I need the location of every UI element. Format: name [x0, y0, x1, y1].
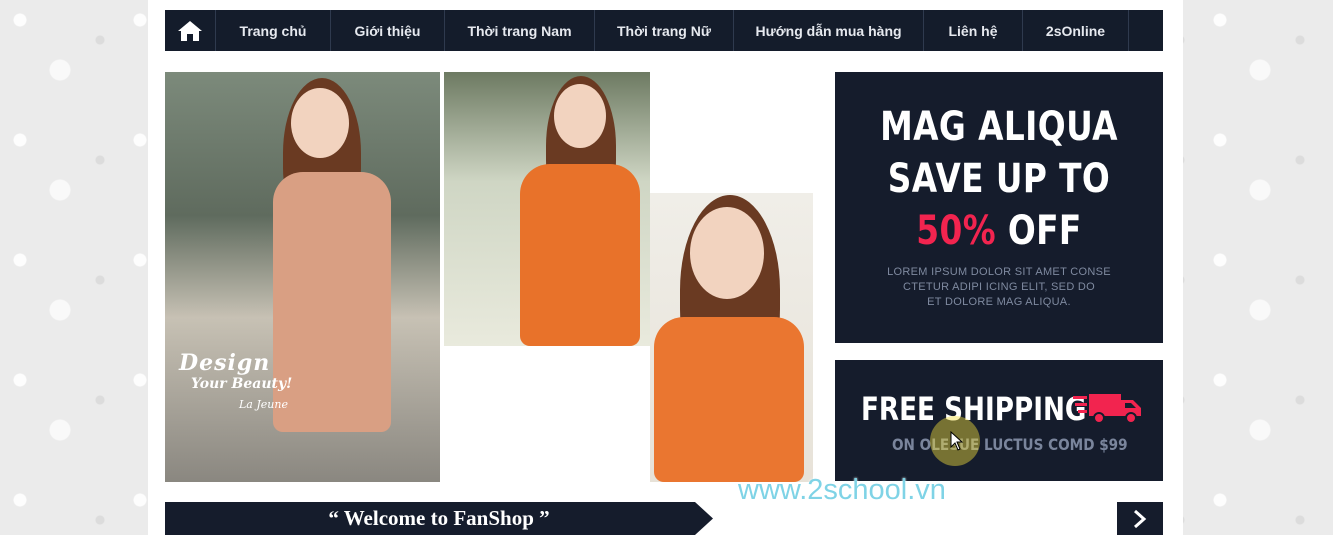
design-signature: La Jeune: [239, 398, 288, 411]
main-navigation: Trang chủ Giới thiệu Thời trang Nam Thời…: [165, 10, 1163, 51]
free-shipping-banner[interactable]: FREE SHIPPING ON OLESUE LUCTUS COMD $99: [835, 360, 1163, 481]
promo-body-line-2: CTETUR ADIPI ICING ELIT, SED DO: [902, 281, 1096, 293]
promo-discount: 50% OFF: [865, 205, 1134, 257]
promo-percent: 50%: [916, 208, 996, 254]
home-icon: [178, 20, 202, 41]
promo-sale-banner[interactable]: MAG ALIQUA SAVE UP TO 50% OFF LOREM IPSU…: [835, 72, 1163, 343]
design-title: Design: [179, 350, 271, 376]
hero-photo-model-right: [650, 193, 813, 482]
welcome-next-button[interactable]: [1117, 502, 1163, 535]
model-face: [554, 84, 606, 148]
promo-body-line-3: ET DOLORE MAG ALIQUA.: [927, 296, 1071, 308]
model-dress: [520, 164, 640, 346]
nav-home-button[interactable]: [165, 10, 216, 51]
mouse-cursor-icon: [950, 431, 964, 451]
promo-line-2: SAVE UP TO: [887, 156, 1111, 202]
promo-body-text: LOREM IPSUM DOLOR SIT AMET CONSE CTETUR …: [835, 265, 1163, 310]
hero-photo-model-middle: [444, 72, 650, 346]
model-dress: [654, 317, 804, 482]
nav-item-thoi-trang-nu[interactable]: Thời trang Nữ: [595, 10, 734, 51]
nav-item-thoi-trang-nam[interactable]: Thời trang Nam: [445, 10, 595, 51]
nav-item-huong-dan-mua-hang[interactable]: Hướng dẫn mua hàng: [734, 10, 924, 51]
model-face: [291, 88, 349, 158]
nav-item-lien-he[interactable]: Liên hệ: [924, 10, 1023, 51]
nav-item-trang-chu[interactable]: Trang chủ: [216, 10, 331, 51]
promo-off: OFF: [1007, 208, 1082, 254]
model-face: [690, 207, 764, 299]
shipping-subtitle: ON OLESUE LUCTUS COMD $99: [892, 435, 1128, 454]
design-subtitle: Your Beauty!: [191, 376, 293, 392]
nav-item-gioi-thieu[interactable]: Giới thiệu: [331, 10, 445, 51]
design-your-beauty-text: Design Your Beauty! La Jeune: [179, 350, 292, 411]
promo-line-1: MAG ALIQUA: [880, 104, 1118, 150]
watermark-text: www.2school.vn: [738, 474, 946, 506]
hero-photo-model-left: Design Your Beauty! La Jeune: [165, 72, 440, 482]
nav-item-2sonline[interactable]: 2sOnline: [1023, 10, 1129, 51]
chevron-right-icon: [1134, 509, 1147, 528]
promo-body-line-1: LOREM IPSUM DOLOR SIT AMET CONSE: [887, 266, 1111, 278]
welcome-heading: “ Welcome to FanShop ”: [165, 502, 713, 535]
hero-banner[interactable]: Design Your Beauty! La Jeune: [165, 72, 813, 482]
welcome-bar: “ Welcome to FanShop ”: [165, 502, 1163, 535]
delivery-truck-icon: [1073, 394, 1141, 424]
shipping-title: FREE SHIPPING: [861, 390, 1087, 428]
